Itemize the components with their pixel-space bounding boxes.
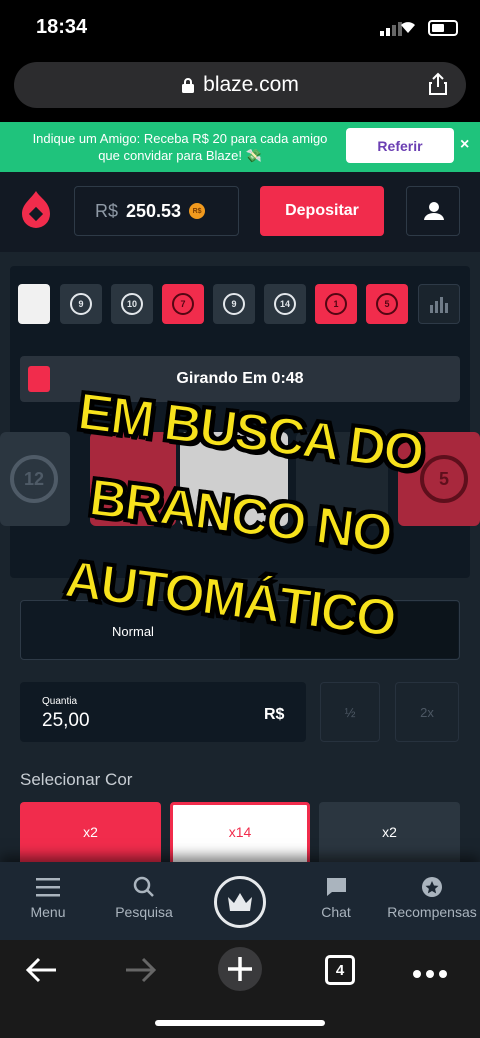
plus-icon	[218, 947, 262, 991]
url-bar[interactable]: blaze.com	[14, 62, 466, 108]
search-icon	[133, 876, 154, 897]
history-chip	[18, 284, 50, 324]
select-color-title: Selecionar Cor	[20, 770, 133, 789]
history-chip: 7	[162, 284, 204, 324]
back-icon[interactable]	[24, 954, 58, 991]
wifi-icon	[400, 20, 416, 39]
status-time: 18:34	[36, 16, 88, 38]
history-chip-number: 7	[172, 293, 194, 315]
user-icon	[424, 202, 444, 220]
close-icon[interactable]: ×	[460, 136, 469, 154]
history-chip-number: 10	[121, 293, 143, 315]
home-indicator	[155, 1020, 325, 1026]
home-button[interactable]	[214, 876, 266, 928]
nav-chat[interactable]: Chat	[288, 876, 384, 920]
nav-search-label: Pesquisa	[115, 904, 173, 920]
red-color-button[interactable]: x2	[20, 802, 161, 866]
double-button[interactable]: 2x	[395, 682, 459, 742]
new-tab-button[interactable]	[217, 946, 263, 997]
tabs-button[interactable]: 4	[325, 955, 355, 985]
user-button[interactable]	[406, 186, 460, 236]
bar-chart-icon	[430, 297, 448, 313]
balance-display[interactable]: R$ 250.53 R$	[74, 186, 239, 236]
bet-amount-label: Quantia	[42, 696, 78, 707]
forward-icon[interactable]	[124, 954, 158, 991]
half-button[interactable]: ½	[320, 682, 380, 742]
chat-icon	[326, 878, 346, 896]
history-chip-number: 9	[70, 293, 92, 315]
share-icon[interactable]	[428, 72, 448, 101]
history-chip: 1	[315, 284, 357, 324]
menu-icon	[36, 878, 60, 897]
balance-value: 250.53	[126, 200, 182, 221]
bet-currency: R$	[264, 706, 285, 723]
history-chip-number: 5	[376, 293, 398, 315]
star-badge-icon	[422, 877, 442, 897]
coin-icon: R$	[189, 203, 206, 219]
nav-rewards-label: Recompensas	[387, 904, 477, 920]
history-chip: 9	[213, 284, 255, 324]
signal-icon	[380, 22, 402, 36]
nav-menu-label: Menu	[30, 904, 66, 920]
battery-icon	[428, 20, 458, 36]
refer-button[interactable]: Referir	[346, 128, 454, 163]
history-chip: 9	[60, 284, 102, 324]
nav-chat-label: Chat	[321, 904, 351, 920]
promo-text: Indique um Amigo: Receba R$ 20 para cada…	[32, 131, 328, 163]
url-text: blaze.com	[203, 73, 299, 96]
more-icon[interactable]	[412, 966, 448, 984]
nav-rewards[interactable]: Recompensas	[384, 876, 480, 920]
lock-icon	[182, 78, 195, 93]
history-chip: 10	[111, 284, 153, 324]
nav-menu[interactable]: Menu	[0, 876, 96, 920]
white-color-button[interactable]: x14	[170, 802, 310, 866]
crown-icon	[228, 893, 252, 911]
blaze-logo-icon[interactable]	[20, 190, 52, 233]
history-chip-number: 14	[274, 293, 296, 315]
deposit-button[interactable]: Depositar	[260, 186, 384, 236]
history-chip-number: 9	[223, 293, 245, 315]
black-color-button[interactable]: x2	[319, 802, 460, 866]
history-chip: 14	[264, 284, 306, 324]
nav-search[interactable]: Pesquisa	[96, 876, 192, 920]
balance-currency: R$	[95, 200, 119, 221]
bet-amount-value: 25,00	[42, 710, 90, 731]
history-chip-number: 1	[325, 293, 347, 315]
history-chip: 5	[366, 284, 408, 324]
stats-button[interactable]	[418, 284, 460, 324]
